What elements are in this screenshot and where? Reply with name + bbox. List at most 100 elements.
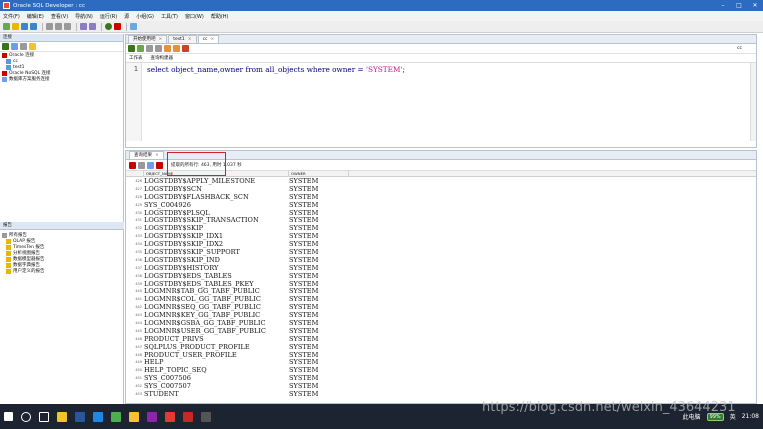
cell-owner[interactable]: SYSTEM — [289, 256, 349, 264]
cell-owner[interactable]: SYSTEM — [289, 264, 349, 272]
table-row[interactable]: 440 LOGMNR$TAB_GG_TABF_PUBLIC SYSTEM — [126, 287, 756, 295]
undo-icon[interactable] — [80, 23, 87, 30]
menu-help[interactable]: 帮助(H) — [211, 13, 229, 20]
cell-object-name[interactable]: LOGSTDBY$SKIP_TRANSACTION — [144, 216, 289, 224]
close-icon[interactable]: × — [188, 36, 192, 44]
battery-indicator[interactable]: 99% — [706, 412, 724, 421]
menu-view[interactable]: 查看(V) — [51, 13, 68, 20]
refresh-icon[interactable] — [147, 161, 154, 169]
cell-object-name[interactable]: LOGSTDBY$SKIP_IDX1 — [144, 232, 289, 240]
pdf-icon[interactable] — [183, 411, 193, 422]
run-icon[interactable] — [105, 23, 112, 30]
cell-object-name[interactable]: LOGMNR$TAB_GG_TABF_PUBLIC — [144, 287, 289, 295]
clock[interactable]: 21:08 — [742, 413, 759, 420]
cell-owner[interactable]: SYSTEM — [289, 303, 349, 311]
close-icon[interactable]: ✕ — [747, 0, 763, 11]
table-row[interactable]: 443 LOGMNR$KEY_GG_TABF_PUBLIC SYSTEM — [126, 311, 756, 319]
cell-owner[interactable]: SYSTEM — [289, 390, 349, 398]
cell-owner[interactable]: SYSTEM — [289, 295, 349, 303]
table-row[interactable]: 430 LOGSTDBY$PLSQL SYSTEM — [126, 209, 756, 217]
menu-navigate[interactable]: 导航(N) — [75, 13, 93, 20]
cell-owner[interactable]: SYSTEM — [289, 201, 349, 209]
rollback-icon[interactable] — [155, 45, 162, 52]
cell-owner[interactable]: SYSTEM — [289, 311, 349, 319]
cell-owner[interactable]: SYSTEM — [289, 343, 349, 351]
close-icon[interactable]: × — [155, 152, 159, 160]
table-row[interactable]: 452 SYS_C007507 SYSTEM — [126, 382, 756, 390]
refresh-icon[interactable] — [11, 43, 18, 50]
oracle-sql-developer-icon[interactable] — [165, 411, 175, 422]
cell-object-name[interactable]: LOGSTDBY$EDS_TABLES — [144, 272, 289, 280]
cut-icon[interactable] — [46, 23, 53, 30]
cell-object-name[interactable]: LOGMNR$SEQ_GG_TABF_PUBLIC — [144, 303, 289, 311]
open-icon[interactable] — [12, 23, 19, 30]
cell-owner[interactable]: SYSTEM — [289, 193, 349, 201]
table-row[interactable]: 448 PRODUCT_USER_PROFILE SYSTEM — [126, 351, 756, 359]
app-icon[interactable] — [147, 411, 157, 422]
save-all-icon[interactable] — [30, 23, 37, 30]
table-row[interactable]: 444 LOGMNR$GSBA_GG_TABF_PUBLIC SYSTEM — [126, 319, 756, 327]
cell-owner[interactable]: SYSTEM — [289, 216, 349, 224]
sql-icon[interactable] — [156, 161, 163, 169]
tab-start-page[interactable]: 开始使用吧 × — [128, 35, 168, 44]
cell-object-name[interactable]: SYS_C004926 — [144, 201, 289, 209]
cell-owner[interactable]: SYSTEM — [289, 240, 349, 248]
table-row[interactable]: 442 LOGMNR$SEQ_GG_TABF_PUBLIC SYSTEM — [126, 303, 756, 311]
cell-owner[interactable]: SYSTEM — [289, 272, 349, 280]
menu-file[interactable]: 文件(F) — [3, 13, 20, 20]
sql-worksheet-icon[interactable] — [130, 23, 137, 30]
table-row[interactable]: 446 PRODUCT_PRIVS SYSTEM — [126, 335, 756, 343]
windows-start-icon[interactable] — [4, 412, 13, 421]
table-row[interactable]: 449 HELP SYSTEM — [126, 358, 756, 366]
table-row[interactable]: 435 LOGSTDBY$SKIP_SUPPORT SYSTEM — [126, 248, 756, 256]
table-row[interactable]: 436 LOGSTDBY$SKIP_IND SYSTEM — [126, 256, 756, 264]
schema-browser-icon[interactable] — [29, 43, 36, 50]
cell-owner[interactable]: SYSTEM — [289, 358, 349, 366]
table-row[interactable]: 432 LOGSTDBY$SKIP SYSTEM — [126, 224, 756, 232]
cell-object-name[interactable]: LOGSTDBY$SKIP_IDX2 — [144, 240, 289, 248]
cell-owner[interactable]: SYSTEM — [289, 224, 349, 232]
table-row[interactable]: 437 LOGSTDBY$HISTORY SYSTEM — [126, 264, 756, 272]
table-row[interactable]: 427 LOGSTDBY$SCN SYSTEM — [126, 185, 756, 193]
cell-object-name[interactable]: LOGSTDBY$APPLY_MILESTONE — [144, 177, 289, 185]
cell-object-name[interactable]: PRODUCT_USER_PROFILE — [144, 351, 289, 359]
maximize-icon[interactable]: □ — [731, 0, 747, 11]
menu-team[interactable]: 小组(G) — [136, 13, 154, 20]
cell-object-name[interactable]: LOGSTDBY$FLASHBACK_SCN — [144, 193, 289, 201]
close-icon[interactable]: × — [159, 36, 163, 44]
tab-worksheet[interactable]: 工作表 — [129, 55, 143, 61]
menu-tools[interactable]: 工具(T) — [161, 13, 178, 20]
chrome-icon[interactable] — [129, 411, 139, 422]
cell-owner[interactable]: SYSTEM — [289, 366, 349, 374]
connection-selector[interactable]: cc — [737, 46, 742, 51]
cell-owner[interactable]: SYSTEM — [289, 351, 349, 359]
copy-icon[interactable] — [55, 23, 62, 30]
tab-test1[interactable]: test1 × — [168, 35, 197, 44]
table-row[interactable]: 438 LOGSTDBY$EDS_TABLES SYSTEM — [126, 272, 756, 280]
cell-object-name[interactable]: SYS_C007506 — [144, 374, 289, 382]
cell-object-name[interactable]: HELP_TOPIC_SEQ — [144, 366, 289, 374]
cell-object-name[interactable]: LOGMNR$GSBA_GG_TABF_PUBLIC — [144, 319, 289, 327]
tab-query-result[interactable]: 查询结果 × — [129, 151, 164, 159]
cell-owner[interactable]: SYSTEM — [289, 185, 349, 193]
add-connection-icon[interactable] — [2, 43, 9, 50]
table-row[interactable]: 429 SYS_C004926 SYSTEM — [126, 201, 756, 209]
table-row[interactable]: 433 LOGSTDBY$SKIP_IDX1 SYSTEM — [126, 232, 756, 240]
table-row[interactable]: 450 HELP_TOPIC_SEQ SYSTEM — [126, 366, 756, 374]
cell-owner[interactable]: SYSTEM — [289, 280, 349, 288]
table-row[interactable]: 434 LOGSTDBY$SKIP_IDX2 SYSTEM — [126, 240, 756, 248]
cell-object-name[interactable]: LOGMNR$USER_GG_TABF_PUBLIC — [144, 327, 289, 335]
cell-object-name[interactable]: LOGSTDBY$SKIP_SUPPORT — [144, 248, 289, 256]
cell-object-name[interactable]: PRODUCT_PRIVS — [144, 335, 289, 343]
file-explorer-icon[interactable] — [57, 411, 67, 422]
cell-object-name[interactable]: LOGSTDBY$SKIP — [144, 224, 289, 232]
cell-object-name[interactable]: LOGSTDBY$EDS_TABLES_PKEY — [144, 280, 289, 288]
menu-edit[interactable]: 编辑(E) — [27, 13, 44, 20]
cell-object-name[interactable]: LOGSTDBY$HISTORY — [144, 264, 289, 272]
new-icon[interactable] — [3, 23, 10, 30]
close-icon[interactable]: × — [211, 36, 215, 44]
cell-object-name[interactable]: LOGMNR$KEY_GG_TABF_PUBLIC — [144, 311, 289, 319]
sql-text-area[interactable]: 1 select object_name,owner from all_obje… — [126, 63, 756, 141]
table-row[interactable]: 453 STUDENT SYSTEM — [126, 390, 756, 398]
cell-owner[interactable]: SYSTEM — [289, 177, 349, 185]
